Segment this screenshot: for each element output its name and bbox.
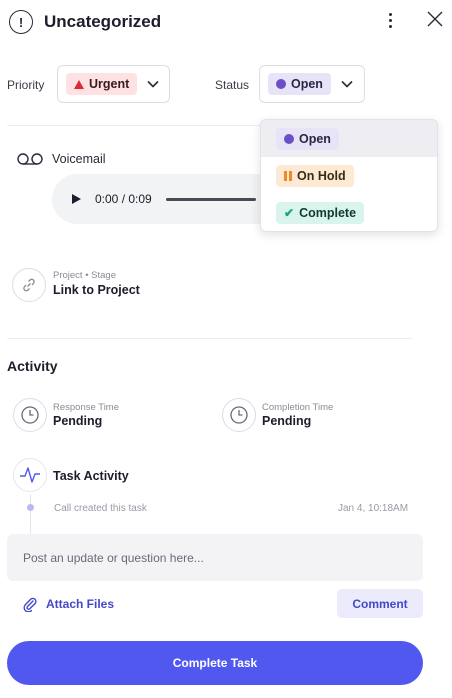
status-value: Open	[291, 77, 323, 91]
urgent-triangle-icon	[74, 79, 84, 89]
header-icon-glyph: !	[18, 14, 24, 30]
audio-time: 0:00 / 0:09	[95, 192, 152, 206]
status-option-on-hold[interactable]: On Hold	[261, 157, 437, 194]
open-dot-icon	[284, 133, 294, 144]
chain-link-icon	[23, 278, 35, 292]
completion-time-value: Pending	[262, 414, 312, 428]
activity-title: Activity	[7, 358, 58, 374]
status-option-badge: On Hold	[276, 164, 354, 187]
timeline-dot	[27, 504, 34, 511]
activity-entry-time: Jan 4, 10:18AM	[338, 503, 409, 514]
clock-icon	[13, 398, 47, 432]
priority-badge: Urgent	[66, 73, 138, 95]
paperclip-icon	[23, 597, 37, 612]
close-icon[interactable]	[425, 9, 445, 29]
status-select[interactable]: Open	[259, 65, 365, 103]
task-activity-label: Task Activity	[53, 469, 129, 483]
comment-input[interactable]: Post an update or question here...	[7, 534, 423, 581]
play-icon[interactable]	[72, 194, 81, 204]
status-option-complete[interactable]: ✔ Complete	[261, 194, 437, 231]
priority-label: Priority	[7, 78, 45, 92]
priority-value: Urgent	[89, 77, 130, 91]
status-option-label: On Hold	[297, 168, 346, 183]
clock-icon	[222, 398, 256, 432]
status-option-badge: Open	[276, 127, 339, 150]
completion-time-label: Completion Time	[262, 402, 334, 413]
status-option-label: Open	[299, 131, 331, 146]
pause-icon	[284, 170, 292, 181]
priority-select[interactable]: Urgent	[57, 65, 170, 103]
activity-entry-text: Call created this task	[54, 503, 147, 514]
response-time-value: Pending	[53, 414, 103, 428]
link-to-project-link[interactable]: Link to Project	[53, 283, 140, 297]
page-title: Uncategorized	[44, 12, 162, 31]
voicemail-icon	[17, 153, 43, 165]
project-caption: Project • Stage	[53, 270, 116, 281]
comment-button[interactable]: Comment	[337, 589, 423, 618]
chevron-down-icon	[341, 80, 353, 88]
status-option-badge: ✔ Complete	[276, 201, 365, 224]
status-option-open[interactable]: Open	[261, 120, 437, 157]
divider	[7, 338, 412, 339]
response-time-label: Response Time	[53, 402, 120, 413]
voicemail-label: Voicemail	[52, 152, 106, 166]
status-label: Status	[215, 78, 250, 92]
exclamation-circle-icon: !	[9, 10, 33, 34]
checkmark-icon: ✔	[284, 205, 295, 220]
attach-files-button[interactable]: Attach Files	[22, 596, 114, 612]
kebab-menu-icon[interactable]	[381, 9, 399, 31]
timeline-line	[30, 494, 31, 534]
status-badge: Open	[268, 73, 331, 95]
activity-pulse-icon	[13, 458, 47, 492]
chevron-down-icon	[147, 80, 159, 88]
attach-files-label: Attach Files	[46, 597, 115, 611]
status-option-label: Complete	[299, 205, 357, 220]
link-icon[interactable]	[12, 268, 46, 302]
status-dropdown-menu: Open On Hold ✔ Complete	[260, 119, 438, 232]
status-dot-icon	[276, 79, 286, 89]
audio-seek-bar[interactable]	[165, 197, 256, 201]
complete-task-button[interactable]: Complete Task	[7, 641, 423, 685]
